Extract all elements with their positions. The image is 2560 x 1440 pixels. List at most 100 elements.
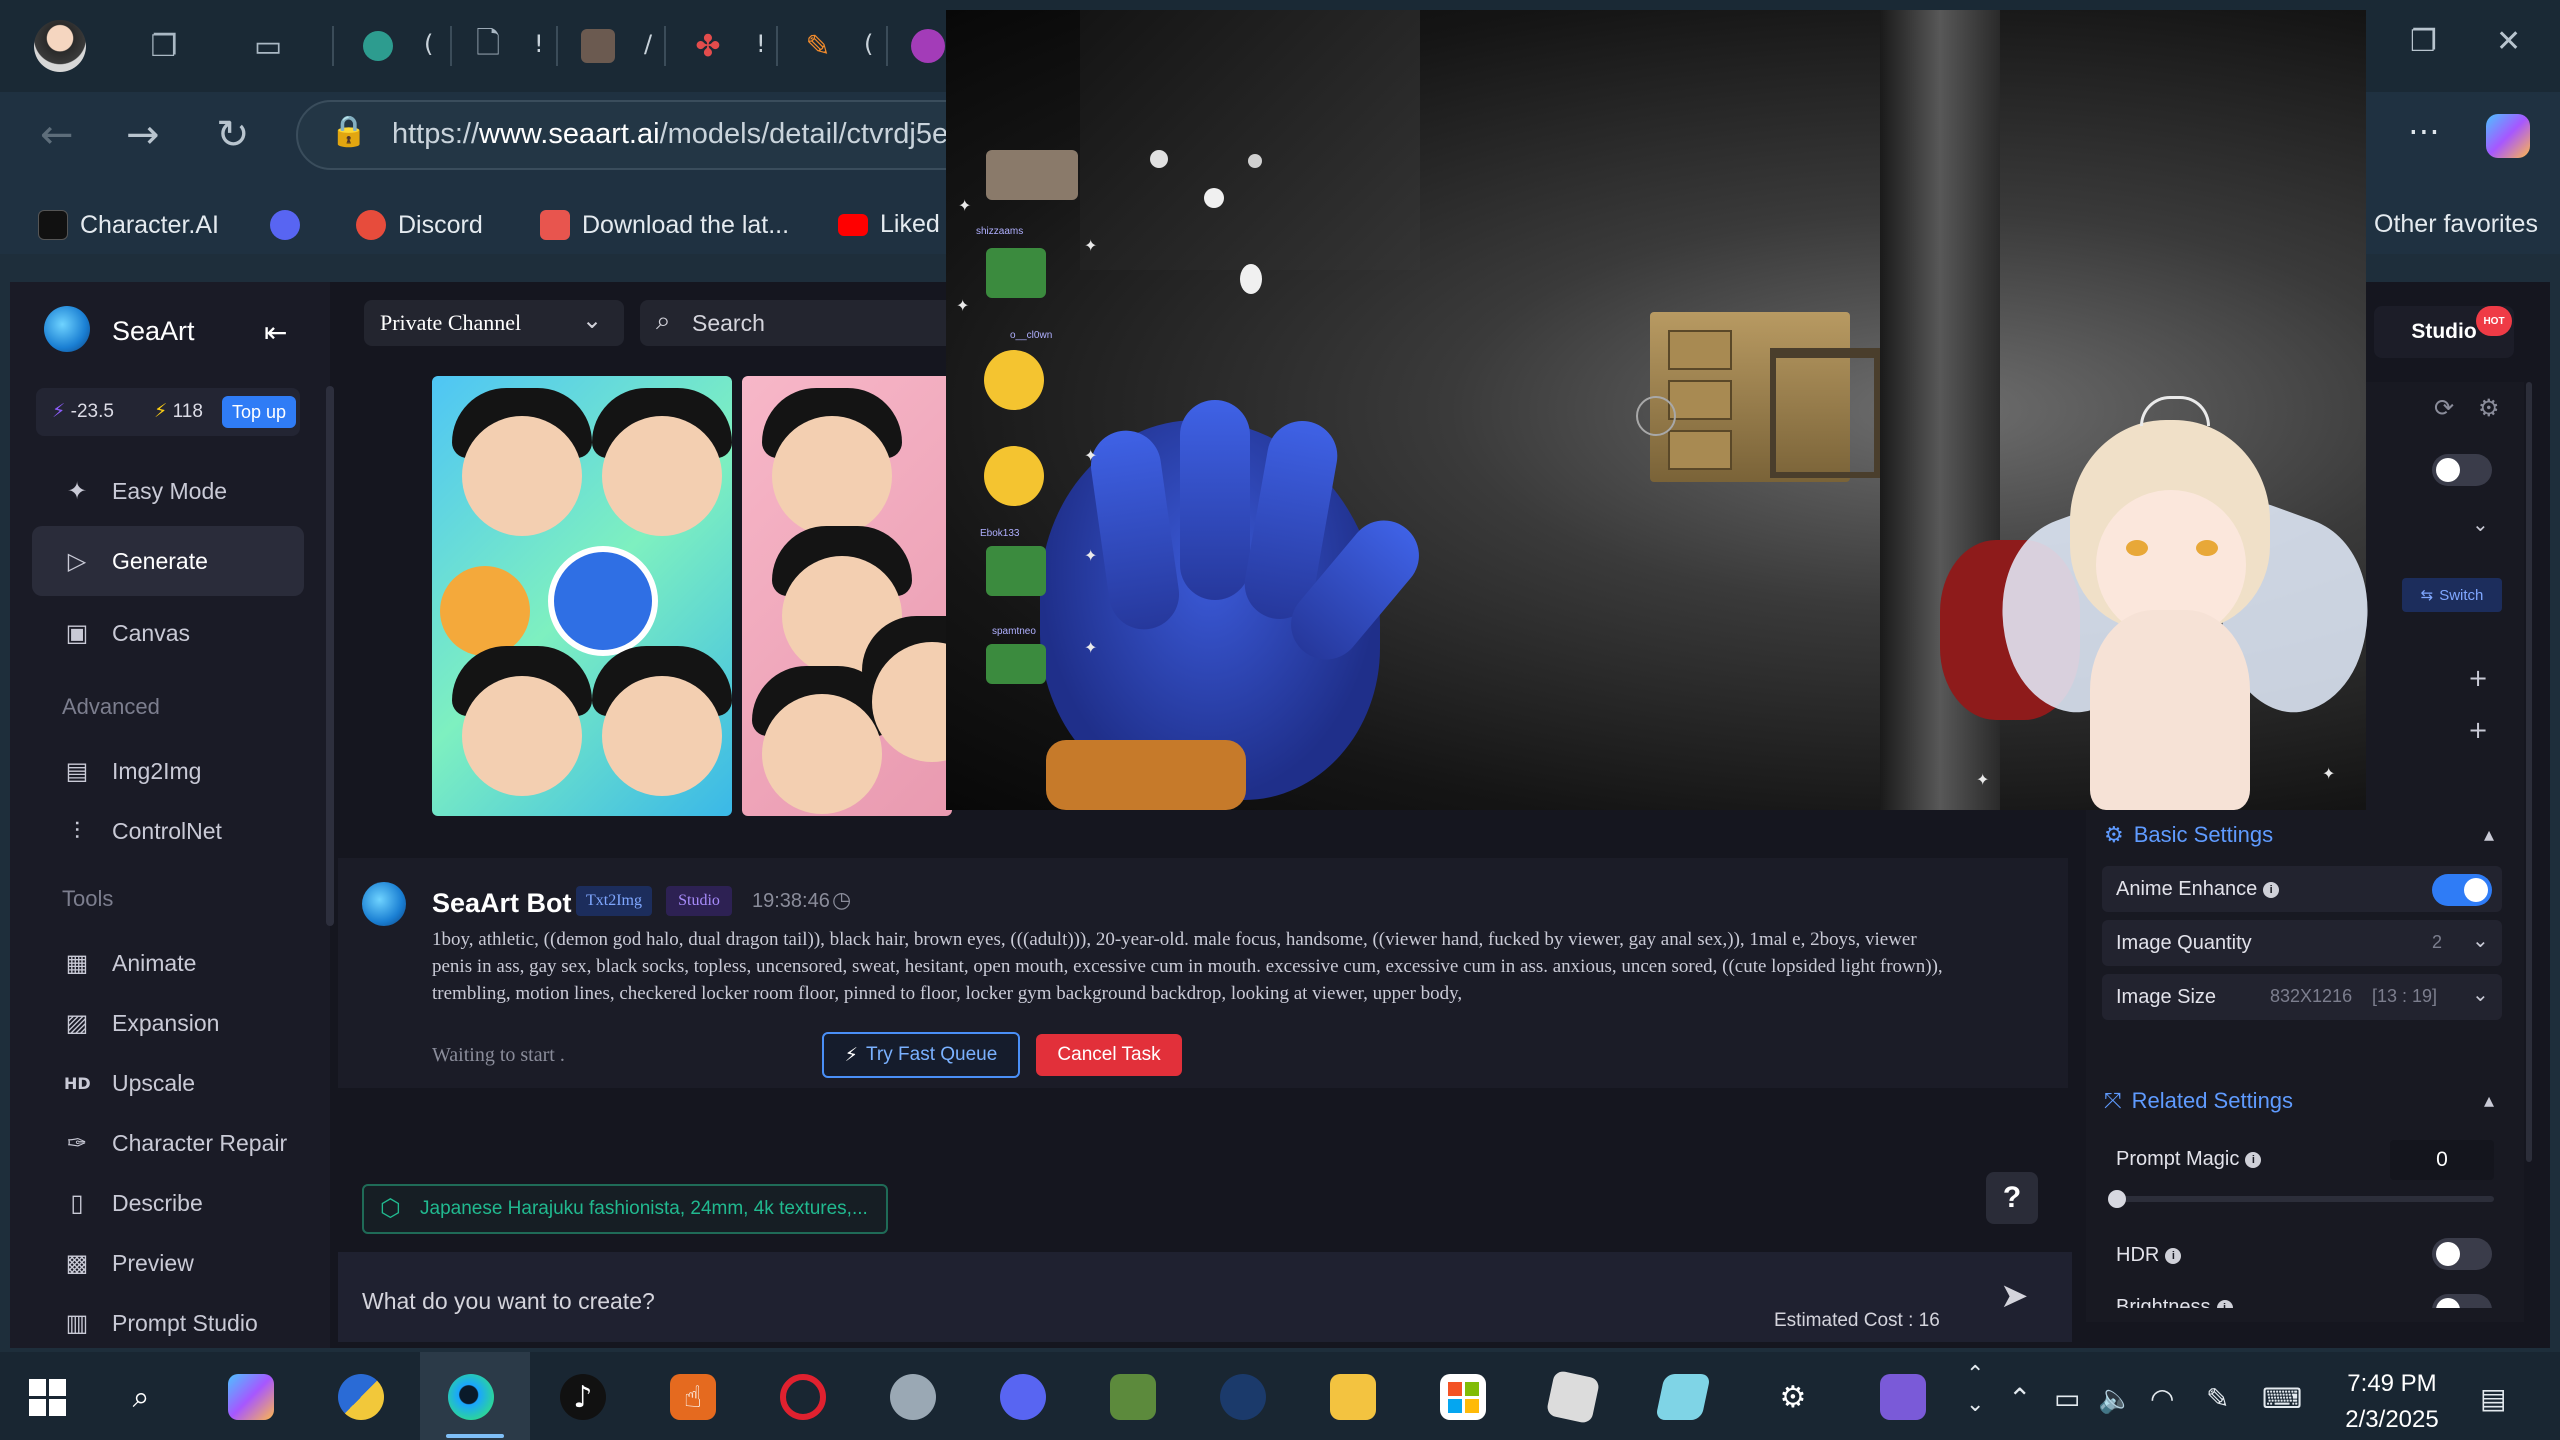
generated-image-1[interactable] xyxy=(432,376,732,816)
info-icon[interactable]: i xyxy=(2165,1247,2182,1264)
sidebar-scrollbar[interactable] xyxy=(326,386,334,926)
favorite-discord-icon-only[interactable] xyxy=(270,210,300,240)
prompt-magic-slider[interactable] xyxy=(2112,1196,2494,1202)
help-button[interactable]: ? xyxy=(1986,1172,2038,1224)
copilot-icon[interactable] xyxy=(2486,114,2530,158)
steam-icon[interactable] xyxy=(1220,1374,1266,1420)
anime-enhance-toggle[interactable] xyxy=(2432,874,2492,906)
send-icon[interactable]: ➤ xyxy=(2000,1276,2029,1316)
tab-title-3[interactable]: / xyxy=(644,30,652,58)
pinwheel-icon[interactable]: ✤ xyxy=(684,22,732,70)
chevron-up-icon[interactable]: ▴ xyxy=(2484,822,2494,846)
windows-start-icon[interactable] xyxy=(24,1374,70,1420)
generated-image-2[interactable] xyxy=(742,376,952,816)
prompt-magic-slider-handle[interactable] xyxy=(2108,1190,2126,1208)
favorite-liked[interactable]: Liked xyxy=(838,210,940,239)
brightness-text: Brightness xyxy=(2116,1296,2211,1308)
info-icon[interactable]: i xyxy=(2245,1151,2262,1168)
switch-button[interactable]: ⇆ Switch xyxy=(2402,578,2502,612)
edge-icon[interactable] xyxy=(448,1374,494,1420)
plus-icon[interactable]: + xyxy=(2468,664,2488,692)
lock-icon[interactable]: 🔒 xyxy=(330,114,367,149)
search-icon[interactable]: ⌕ xyxy=(118,1374,164,1420)
brightness-toggle[interactable] xyxy=(2432,1294,2492,1308)
plus-icon[interactable]: + xyxy=(2468,716,2488,744)
chevron-up-icon[interactable]: ▴ xyxy=(2484,1088,2494,1112)
pencil-icon[interactable]: ✎ xyxy=(794,22,842,70)
top-toggle[interactable] xyxy=(2432,454,2492,486)
chevron-down-icon[interactable]: ⌄ xyxy=(2472,982,2489,1006)
sidebar-item-easy-mode[interactable]: ✦ Easy Mode xyxy=(32,456,304,526)
prompt-magic-input[interactable]: 0 xyxy=(2390,1140,2494,1180)
tab-title-4[interactable]: ! xyxy=(756,30,766,58)
reload-icon[interactable]: ↻ xyxy=(216,112,250,158)
battery-icon[interactable]: ▭ xyxy=(2054,1382,2080,1415)
sidebar-item-canvas[interactable]: ▣ Canvas xyxy=(32,598,304,668)
copilot-icon[interactable] xyxy=(228,1374,274,1420)
other-favorites[interactable]: Other favorites xyxy=(2374,210,2538,239)
microsoft-store-icon[interactable] xyxy=(1440,1374,1486,1420)
search-icon: ⌕ xyxy=(656,306,671,336)
more-menu-icon[interactable]: ⋯ xyxy=(2408,112,2440,150)
profile-avatar[interactable] xyxy=(34,20,86,72)
workspaces-icon[interactable]: ❐ xyxy=(140,22,188,70)
settings-scrollbar[interactable] xyxy=(2526,382,2532,1162)
character-ai-icon xyxy=(38,210,68,240)
suggestion-text: Japanese Harajuku fashionista, 24mm, 4k … xyxy=(420,1198,868,1219)
anime-app-icon[interactable] xyxy=(1880,1374,1926,1420)
info-icon[interactable]: i xyxy=(2216,1299,2233,1308)
basic-settings-heading[interactable]: ⚙ Basic Settings xyxy=(2104,822,2273,848)
collapse-sidebar-icon[interactable]: ⇤ xyxy=(264,316,287,349)
try-fast-queue-button[interactable]: ⚡ Try Fast Queue xyxy=(822,1032,1020,1078)
show-hidden-icons[interactable]: ⌃ xyxy=(2008,1382,2031,1415)
related-settings-heading[interactable]: ⤧ Related Settings xyxy=(2104,1088,2293,1114)
wifi-icon[interactable]: ◠ xyxy=(2150,1382,2174,1415)
seaart-logo[interactable] xyxy=(44,306,90,352)
folder-icon[interactable] xyxy=(1330,1374,1376,1420)
opera-icon[interactable] xyxy=(780,1374,826,1420)
hdr-toggle[interactable] xyxy=(2432,1238,2492,1270)
photos-icon[interactable] xyxy=(338,1374,384,1420)
tab-favicon-3[interactable] xyxy=(574,22,622,70)
origin-icon[interactable]: ☝ xyxy=(670,1374,716,1420)
chevron-down-icon[interactable]: ⌄ xyxy=(2472,928,2489,952)
chevron-down-icon[interactable]: ⌄ xyxy=(582,306,602,334)
chevron-down-icon[interactable]: ⌄ xyxy=(2472,512,2489,536)
keyboard-icon[interactable]: ⌨ xyxy=(2262,1382,2302,1415)
gear-icon[interactable]: ⚙ xyxy=(2478,394,2500,422)
tab-title-5[interactable]: ( xyxy=(864,30,873,58)
settings-gear-icon[interactable]: ⚙ xyxy=(1770,1374,1816,1420)
refresh-icon[interactable]: ⟳ xyxy=(2434,394,2454,422)
tab-title-1[interactable]: ( xyxy=(424,30,433,58)
tab-favicon-6[interactable] xyxy=(904,22,952,70)
info-icon[interactable]: i xyxy=(2263,881,2280,898)
tab-title-2[interactable]: ! xyxy=(534,30,544,58)
search-input[interactable] xyxy=(640,300,960,346)
taskbar-clock[interactable]: 7:49 PM 2/3/2025 xyxy=(2332,1366,2452,1438)
discord-icon[interactable] xyxy=(1000,1374,1046,1420)
sidebar-item-prompt-studio[interactable]: ▥ Prompt Studio xyxy=(32,1288,304,1358)
notifications-icon[interactable]: ▤ xyxy=(2480,1382,2506,1415)
pen-icon[interactable]: ✎ xyxy=(2206,1382,2229,1415)
back-arrow-icon[interactable]: ← xyxy=(40,112,74,158)
favorite-character-ai[interactable]: Character.AI xyxy=(38,210,219,240)
restore-window-icon[interactable]: ❐ xyxy=(2410,24,2437,59)
favorite-download[interactable]: Download the lat... xyxy=(540,210,789,240)
close-window-icon[interactable]: ✕ xyxy=(2496,24,2521,59)
url-text[interactable]: https://www.seaart.ai/models/detail/ctvr… xyxy=(392,118,948,151)
topup-button[interactable]: Top up xyxy=(222,396,296,428)
roblox-icon[interactable] xyxy=(1545,1369,1601,1425)
scroll-arrows-icon[interactable]: ⌃ ⌄ xyxy=(1966,1360,1984,1420)
tab-actions-icon[interactable]: ▭ xyxy=(244,22,292,70)
sidebar-item-controlnet[interactable]: ⫶ ControlNet xyxy=(32,796,304,866)
tiktok-icon[interactable]: ♪ xyxy=(560,1374,606,1420)
document-icon[interactable]: 🗋 xyxy=(464,22,512,70)
tab-favicon-1[interactable] xyxy=(354,22,402,70)
favorite-discord[interactable]: Discord xyxy=(356,210,483,240)
sidebar-item-generate[interactable]: ▷ Generate xyxy=(32,526,304,596)
image-viewer-icon[interactable] xyxy=(1110,1374,1156,1420)
paint-icon[interactable] xyxy=(890,1374,936,1420)
forward-arrow-icon[interactable]: → xyxy=(126,112,160,158)
volume-icon[interactable]: 🔈 xyxy=(2098,1382,2133,1415)
cancel-task-button[interactable]: Cancel Task xyxy=(1036,1034,1182,1076)
